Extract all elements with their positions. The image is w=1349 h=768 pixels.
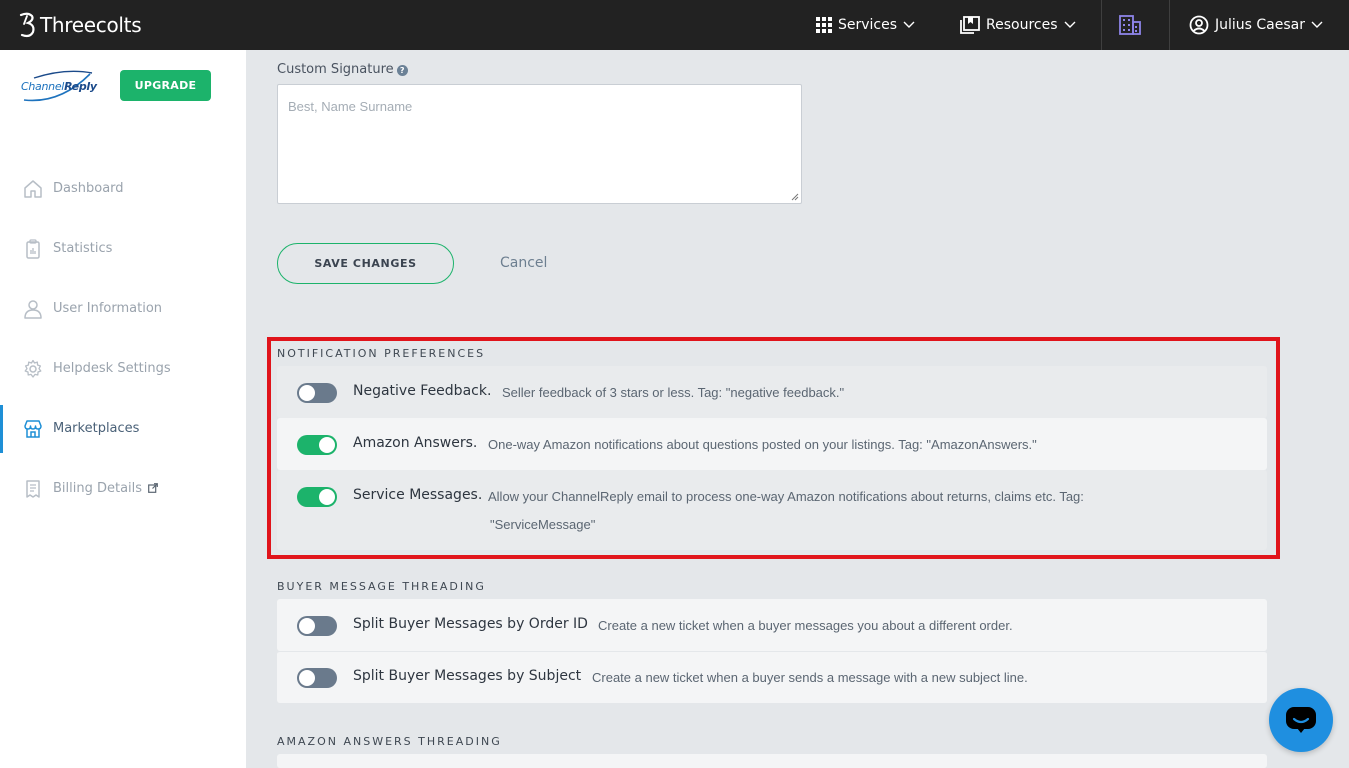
clipboard-icon	[26, 239, 40, 259]
services-label: Services	[838, 17, 898, 33]
external-link-icon	[148, 483, 158, 493]
nav-divider	[1169, 0, 1170, 50]
sidebar-item-label: Helpdesk Settings	[53, 361, 171, 376]
user-icon	[24, 300, 42, 319]
upgrade-button[interactable]: UPGRADE	[120, 70, 211, 101]
chevron-down-icon	[1311, 21, 1323, 28]
sidebar-item-label: Marketplaces	[53, 421, 140, 436]
home-icon	[24, 180, 42, 198]
chevron-down-icon	[1064, 21, 1075, 28]
sidebar-item-dashboard[interactable]: Dashboard	[0, 165, 246, 213]
store-icon	[24, 420, 42, 438]
amazon-answers-threading-title: AMAZON ANSWERS THREADING	[277, 735, 502, 748]
highlight-box	[267, 337, 1280, 559]
chevron-down-icon	[903, 21, 915, 28]
pref-title: Split Buyer Messages by Order ID	[353, 616, 588, 632]
chat-icon	[1286, 707, 1316, 733]
split-by-subject-toggle[interactable]	[297, 668, 337, 688]
sidebar-item-label: Dashboard	[53, 181, 124, 196]
chat-button[interactable]	[1269, 688, 1333, 752]
sidebar: ChannelReply UPGRADE Dashboard Statistic…	[0, 50, 246, 768]
resize-handle-icon[interactable]	[791, 193, 799, 201]
user-circle-icon	[1189, 15, 1209, 35]
channelreply-logo[interactable]: ChannelReply	[20, 70, 100, 106]
sidebar-item-label: Statistics	[53, 241, 113, 256]
toggle-knob	[299, 670, 315, 686]
organization-button[interactable]	[1119, 0, 1141, 50]
pref-row-split-by-subject: Split Buyer Messages by Subject Create a…	[277, 651, 1267, 703]
user-menu[interactable]: Julius Caesar	[1189, 0, 1323, 50]
help-icon[interactable]: ?	[396, 65, 408, 76]
resources-label: Resources	[986, 17, 1058, 33]
services-menu[interactable]: Services	[816, 0, 915, 50]
pref-description: Create a new ticket when a buyer message…	[598, 618, 1013, 633]
custom-signature-textarea[interactable]: Best, Name Surname	[277, 84, 802, 204]
pref-description: Create a new ticket when a buyer sends a…	[592, 670, 1028, 685]
buyer-message-threading-title: BUYER MESSAGE THREADING	[277, 580, 486, 593]
sidebar-item-user-information[interactable]: User Information	[0, 285, 246, 333]
sidebar-item-billing-details[interactable]: Billing Details	[0, 465, 246, 513]
grid-icon	[816, 17, 832, 33]
signature-placeholder: Best, Name Surname	[288, 99, 413, 114]
sidebar-item-label: Billing Details	[53, 481, 158, 496]
sidebar-item-marketplaces[interactable]: Marketplaces	[0, 405, 246, 453]
sidebar-item-label: User Information	[53, 301, 163, 316]
pref-title: Split Buyer Messages by Subject	[353, 668, 582, 684]
save-changes-button[interactable]: SAVE CHANGES	[277, 243, 454, 284]
book-icon	[960, 16, 980, 34]
split-by-order-id-toggle[interactable]	[297, 616, 337, 636]
brand-name: Threecolts	[40, 13, 142, 37]
gear-icon	[24, 359, 42, 378]
pref-row-amazon-answers-threading	[277, 754, 1267, 768]
receipt-icon	[26, 480, 40, 498]
cancel-link[interactable]: Cancel	[500, 255, 547, 271]
top-navigation-bar: Threecolts Services Resources Julius Cae…	[0, 0, 1349, 50]
building-icon	[1119, 15, 1141, 35]
resources-menu[interactable]: Resources	[960, 0, 1076, 50]
sidebar-item-helpdesk-settings[interactable]: Helpdesk Settings	[0, 345, 246, 393]
sidebar-item-statistics[interactable]: Statistics	[0, 225, 246, 273]
threecolts-brand[interactable]: Threecolts	[18, 11, 142, 39]
channelreply-logo-text: ChannelReply	[21, 80, 97, 93]
user-name: Julius Caesar	[1215, 17, 1305, 33]
pref-row-split-by-order-id: Split Buyer Messages by Order ID Create …	[277, 599, 1267, 651]
custom-signature-label: Custom Signature?	[277, 62, 408, 77]
toggle-knob	[299, 618, 315, 634]
nav-divider	[1101, 0, 1102, 50]
threecolts-logo-icon	[19, 12, 35, 38]
